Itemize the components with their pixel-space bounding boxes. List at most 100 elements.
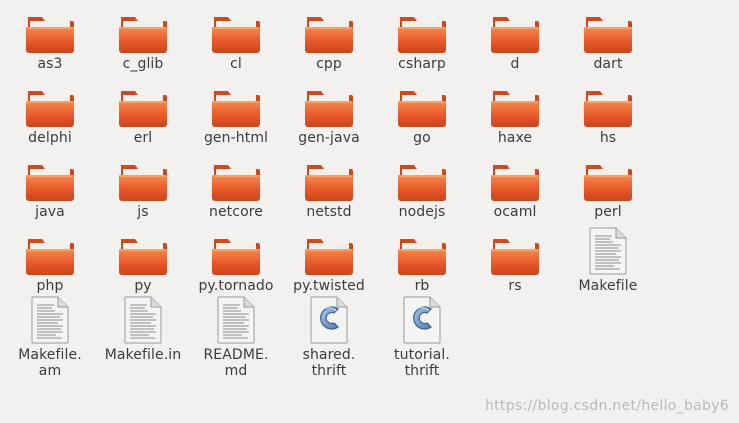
folder-label: haxe [497,130,533,146]
folder-label: hs [599,130,617,146]
folder-item-perl[interactable]: perl [562,161,654,220]
folder-icon [212,161,260,201]
folder-icon [119,87,167,127]
folder-item-php[interactable]: php [4,235,96,294]
file-label: shared. thrift [302,347,356,379]
folder-item-cl[interactable]: cl [190,13,282,72]
file-label: Makefile [578,278,638,294]
folder-item-as3[interactable]: as3 [4,13,96,72]
folder-icon [491,161,539,201]
folder-label: cpp [316,56,342,72]
folder-label: gen-html [203,130,269,146]
folder-icon [491,87,539,127]
file-item-makefile-am[interactable]: Makefile. am [4,296,96,379]
folder-icon [398,87,446,127]
folder-item-delphi[interactable]: delphi [4,87,96,146]
folder-label: d [510,56,520,72]
folder-label: csharp [398,56,446,72]
folder-item-d[interactable]: d [469,13,561,72]
folder-label: php [36,278,64,294]
folder-icon [26,235,74,275]
file-label: Makefile. am [18,347,82,379]
folder-icon [119,235,167,275]
folder-label: netcore [209,204,263,220]
file-item-shared-thrift[interactable]: shared. thrift [283,296,375,379]
file-item-tutorial-thrift[interactable]: tutorial. thrift [376,296,468,379]
folder-label: as3 [37,56,63,72]
folder-label: java [35,204,65,220]
folder-item-rb[interactable]: rb [376,235,468,294]
folder-item-netcore[interactable]: netcore [190,161,282,220]
folder-icon [305,235,353,275]
file-label: tutorial. thrift [394,347,450,379]
file-label: Makefile.in [104,347,182,363]
folder-item-netstd[interactable]: netstd [283,161,375,220]
folder-icon [119,13,167,53]
folder-item-gen-html[interactable]: gen-html [190,87,282,146]
folder-item-ocaml[interactable]: ocaml [469,161,561,220]
folder-item-csharp[interactable]: csharp [376,13,468,72]
file-item-makefile-in[interactable]: Makefile.in [97,296,189,363]
folder-item-rs[interactable]: rs [469,235,561,294]
folder-icon [26,87,74,127]
text-file-icon [26,296,74,344]
folder-icon [305,13,353,53]
file-item-readme-md[interactable]: README. md [190,296,282,379]
folder-icon [212,13,260,53]
folder-icon [119,161,167,201]
folder-icon [398,161,446,201]
folder-item-gen-java[interactable]: gen-java [283,87,375,146]
folder-item-hs[interactable]: hs [562,87,654,146]
folder-icon [398,235,446,275]
watermark-text: https://blog.csdn.net/hello_baby6 [484,398,729,414]
folder-item-cpp[interactable]: cpp [283,13,375,72]
folder-label: py [134,278,152,294]
folder-icon [212,235,260,275]
folder-label: ocaml [493,204,537,220]
file-item-makefile[interactable]: Makefile [562,227,654,294]
folder-label: perl [594,204,622,220]
folder-label: netstd [306,204,352,220]
folder-icon [398,13,446,53]
file-icon-grid: as3 c_glib cl cpp csharp d dart delphi e… [0,0,739,423]
folder-item-nodejs[interactable]: nodejs [376,161,468,220]
folder-icon [26,13,74,53]
folder-item-haxe[interactable]: haxe [469,87,561,146]
folder-icon [26,161,74,201]
folder-item-py[interactable]: py [97,235,189,294]
folder-label: rb [414,278,430,294]
folder-icon [584,161,632,201]
folder-item-java[interactable]: java [4,161,96,220]
folder-label: c_glib [122,56,164,72]
folder-icon [305,87,353,127]
folder-item-py-twisted[interactable]: py.twisted [283,235,375,294]
text-file-icon [584,227,632,275]
folder-label: gen-java [298,130,360,146]
folder-label: py.twisted [293,278,365,294]
folder-item-erl[interactable]: erl [97,87,189,146]
folder-item-c-glib[interactable]: c_glib [97,13,189,72]
folder-label: erl [133,130,153,146]
folder-icon [212,87,260,127]
folder-label: dart [593,56,623,72]
folder-label: delphi [28,130,72,146]
folder-item-dart[interactable]: dart [562,13,654,72]
c-source-file-icon [305,296,353,344]
text-file-icon [119,296,167,344]
folder-item-py-tornado[interactable]: py.tornado [190,235,282,294]
folder-item-js[interactable]: js [97,161,189,220]
folder-label: nodejs [398,204,446,220]
folder-label: go [413,130,431,146]
folder-label: py.tornado [198,278,274,294]
folder-label: cl [230,56,242,72]
file-label: README. md [203,347,269,379]
folder-item-go[interactable]: go [376,87,468,146]
c-source-file-icon [398,296,446,344]
folder-icon [305,161,353,201]
folder-icon [491,235,539,275]
folder-icon [491,13,539,53]
folder-label: js [137,204,149,220]
text-file-icon [212,296,260,344]
folder-icon [584,13,632,53]
folder-label: rs [508,278,522,294]
